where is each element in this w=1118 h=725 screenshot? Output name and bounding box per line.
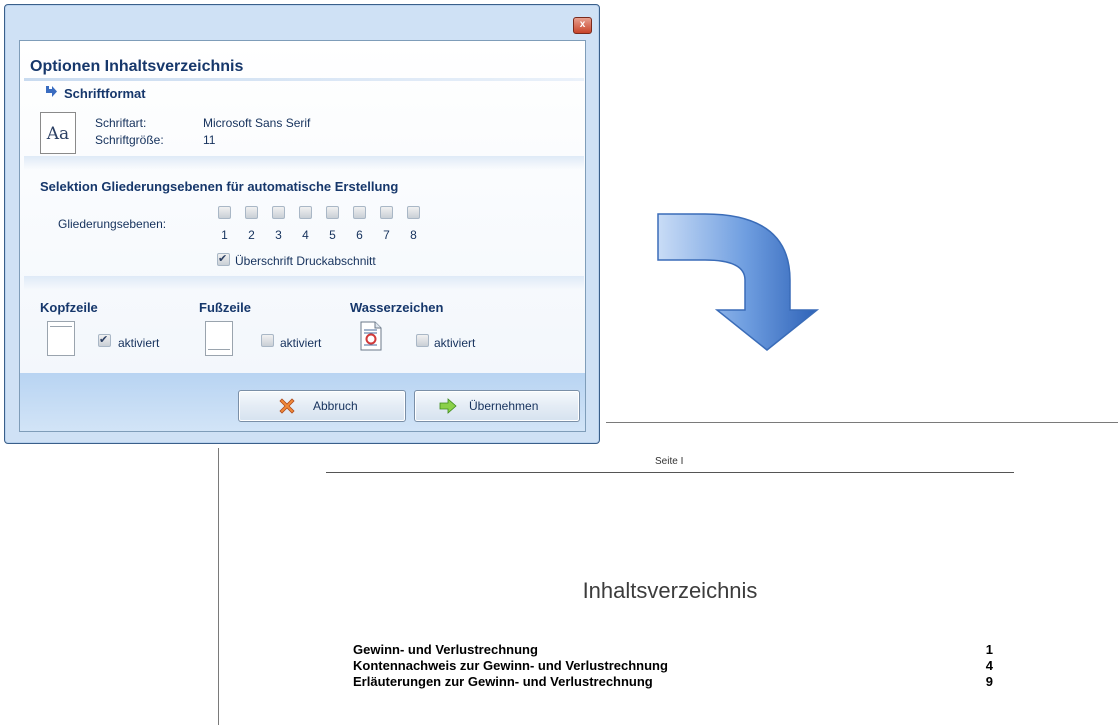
toc-entry-page: 1 (985, 642, 993, 657)
level-8-checkbox[interactable] (407, 206, 420, 219)
font-size-value[interactable]: 11 (203, 133, 215, 147)
page-header-text: Seite I (655, 456, 684, 467)
section-divider (24, 156, 584, 170)
header-page-icon (47, 321, 75, 356)
cancel-icon (279, 398, 295, 414)
level-number: 8 (410, 228, 417, 242)
font-section-heading: Schriftformat (64, 86, 146, 101)
level-number: 1 (221, 228, 228, 242)
font-size-label: Schriftgröße: (95, 133, 164, 147)
level-number: 7 (383, 228, 390, 242)
page-header-rule (326, 472, 1014, 473)
curved-arrow-icon (657, 213, 820, 351)
close-button[interactable]: x (573, 17, 592, 34)
level-7-checkbox[interactable] (380, 206, 393, 219)
level-2-checkbox[interactable] (245, 206, 258, 219)
page-top-border (606, 422, 1118, 423)
level-3-checkbox[interactable] (272, 206, 285, 219)
footer-enabled-checkbox[interactable] (261, 334, 274, 347)
toc-entry-title: Gewinn- und Verlustrechnung (353, 642, 538, 657)
header-section-heading: Kopfzeile (40, 300, 98, 315)
footer-enabled-label: aktiviert (280, 336, 322, 350)
font-label: Schriftart: (95, 116, 147, 130)
print-heading-label: Überschrift Druckabschnitt (235, 254, 376, 268)
toc-entry-page: 9 (985, 674, 993, 689)
print-heading-checkbox[interactable] (217, 252, 230, 266)
level-number: 5 (329, 228, 336, 242)
level-number: 2 (248, 228, 255, 242)
cancel-button-label: Abbruch (313, 399, 358, 413)
header-enabled-checkbox[interactable] (98, 333, 111, 347)
watermark-enabled-label: aktiviert (434, 336, 476, 350)
level-5-checkbox[interactable] (326, 206, 339, 219)
apply-button-label: Übernehmen (469, 399, 539, 413)
apply-arrow-icon (439, 398, 457, 414)
font-icon: Aa (40, 112, 76, 154)
levels-section-heading: Selektion Gliederungsebenen für automati… (40, 179, 399, 194)
dialog-title-bar: x (5, 5, 599, 37)
footer-section-heading: Fußzeile (199, 300, 252, 315)
toc-entry-title: Kontennachweis zur Gewinn- und Verlustre… (353, 658, 668, 673)
font-value[interactable]: Microsoft Sans Serif (203, 116, 310, 130)
watermark-document-icon (360, 321, 382, 351)
toc-entry-title: Erläuterungen zur Gewinn- und Verlustrec… (353, 674, 653, 689)
level-number: 3 (275, 228, 282, 242)
level-number: 4 (302, 228, 309, 242)
levels-label: Gliederungsebenen: (58, 217, 167, 231)
page-left-border (218, 448, 219, 725)
toc-title: Inhaltsverzeichnis (582, 578, 758, 603)
title-divider (24, 78, 584, 81)
level-6-checkbox[interactable] (353, 206, 366, 219)
watermark-enabled-checkbox[interactable] (416, 334, 429, 347)
arrow-right-icon (46, 86, 57, 97)
section-divider (24, 276, 584, 290)
level-1-checkbox[interactable] (218, 206, 231, 219)
toc-entry-page: 4 (985, 658, 993, 673)
level-number: 6 (356, 228, 363, 242)
cancel-button[interactable]: Abbruch (238, 390, 406, 422)
watermark-section-heading: Wasserzeichen (350, 300, 444, 315)
footer-page-icon (205, 321, 233, 356)
level-4-checkbox[interactable] (299, 206, 312, 219)
dialog-title: Optionen Inhaltsverzeichnis (30, 58, 244, 75)
apply-button[interactable]: Übernehmen (414, 390, 580, 422)
header-enabled-label: aktiviert (118, 336, 160, 350)
